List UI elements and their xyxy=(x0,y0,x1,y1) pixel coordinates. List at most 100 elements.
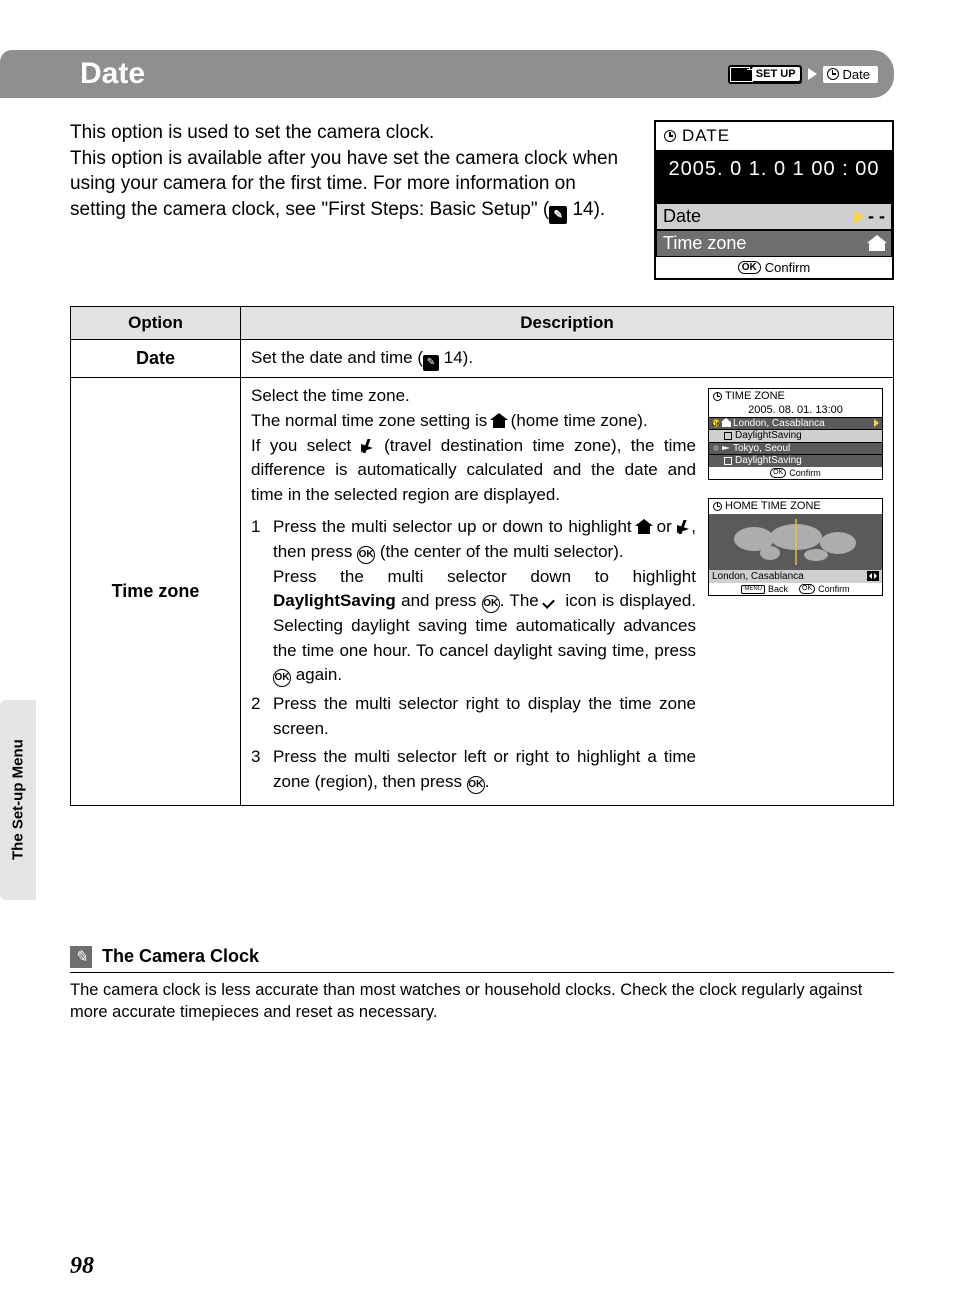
step-3: Press the multi selector left or right t… xyxy=(273,745,696,794)
back-label: Back xyxy=(768,584,788,594)
daylight-saving-bold: DaylightSaving xyxy=(273,591,396,610)
home-icon xyxy=(637,522,651,534)
tz-para1b-pre: The normal time zone setting is xyxy=(251,411,492,430)
row-date-value: - - xyxy=(868,206,885,227)
tz-ds-row: DaylightSaving xyxy=(709,429,882,442)
ok-icon: OK xyxy=(357,546,375,564)
desc-timezone: Select the time zone. The normal time zo… xyxy=(241,378,894,805)
step-1: Press the multi selector up or down to h… xyxy=(273,515,696,687)
page-ref-icon: ✎ xyxy=(423,355,439,371)
home-icon xyxy=(869,237,885,251)
setup-badge: SET UP xyxy=(728,65,802,84)
page-number: 98 xyxy=(70,1253,94,1280)
desc-date-ref: 14 xyxy=(444,348,463,367)
left-right-icon xyxy=(867,571,879,581)
note-body: The camera clock is less accurate than m… xyxy=(70,979,894,1024)
play-icon xyxy=(854,210,864,224)
page-header: Date SET UP Date xyxy=(70,50,894,98)
intro-ref: 14 xyxy=(572,199,593,220)
t: . The xyxy=(500,591,544,610)
date-screen-row-tz: Time zone xyxy=(656,230,892,257)
tz-para1a: Select the time zone. xyxy=(251,384,696,409)
ok-icon: OK xyxy=(273,669,291,687)
t: again. xyxy=(291,665,342,684)
intro-tail: ). xyxy=(594,199,606,220)
th-description: Description xyxy=(241,307,894,340)
opt-timezone: Time zone xyxy=(71,378,241,805)
ok-icon: OK xyxy=(799,584,815,594)
radio-on-icon xyxy=(712,419,720,427)
intro-text: This option is used to set the camera cl… xyxy=(70,120,634,280)
row-date-label: Date xyxy=(663,206,701,227)
step-num: 1 xyxy=(251,515,265,687)
row-tz-label: Time zone xyxy=(663,233,746,254)
note-camera-clock: ✎ The Camera Clock The camera clock is l… xyxy=(70,946,894,1024)
table-row: Date Set the date and time (✎ 14). xyxy=(71,340,894,378)
clock-icon xyxy=(827,68,839,80)
opt-date: Date xyxy=(71,340,241,378)
note-title: The Camera Clock xyxy=(102,946,259,967)
tz-screen-date: 2005. 08. 01. 13:00 xyxy=(709,404,882,417)
step-2: Press the multi selector right to displa… xyxy=(273,692,696,741)
tz-screen-title: TIME ZONE xyxy=(725,390,785,403)
t: or xyxy=(651,517,677,536)
confirm-label: Confirm xyxy=(765,260,811,275)
date-screen-row-date: Date - - xyxy=(656,203,892,230)
desc-date: Set the date and time (✎ 14). xyxy=(241,340,894,378)
desc-date-post: ). xyxy=(463,348,473,367)
date-screen-datetime: 2005. 0 1. 0 1 00 : 00 xyxy=(656,158,892,181)
home-tz-loc-row: London, Casablanca xyxy=(709,570,882,584)
date-screen-footer: OK Confirm xyxy=(656,257,892,278)
intro-line1: This option is used to set the camera cl… xyxy=(70,122,434,143)
camera-back-icon xyxy=(730,67,750,82)
plane-icon xyxy=(722,444,731,452)
t: Press the multi selector down to highlig… xyxy=(273,567,696,586)
step-num: 2 xyxy=(251,692,265,741)
home-icon xyxy=(492,416,506,428)
home-timezone-screen: HOME TIME ZONE xyxy=(708,498,883,596)
plane-icon xyxy=(677,520,691,534)
t: Press the multi selector up or down to h… xyxy=(273,517,637,536)
tz-para1b-post: (home time zone). xyxy=(506,411,648,430)
ok-icon: OK xyxy=(467,776,485,794)
t: DaylightSaving xyxy=(735,455,802,467)
t: London, Casablanca xyxy=(712,571,804,583)
date-screen-title-row: DATE xyxy=(656,122,892,150)
note-icon: ✎ xyxy=(70,946,92,968)
radio-off-icon xyxy=(712,444,720,452)
ok-icon: OK xyxy=(482,595,500,613)
confirm-label: Confirm xyxy=(818,584,850,594)
check-icon xyxy=(544,594,560,606)
clock-icon xyxy=(713,392,722,401)
page-title: Date xyxy=(80,57,145,91)
breadcrumb-label: Date xyxy=(843,67,870,82)
t: Tokyo, Seoul xyxy=(733,443,790,455)
setup-badge-label: SET UP xyxy=(752,67,800,81)
world-map-icon xyxy=(709,514,882,570)
breadcrumb-item: Date xyxy=(823,66,878,83)
t: London, Casablanca xyxy=(733,418,825,430)
chevron-right-icon xyxy=(808,68,817,80)
timezone-screen: TIME ZONE 2005. 08. 01. 13:00 London, Ca… xyxy=(708,388,883,480)
home-icon xyxy=(722,419,731,427)
menu-icon: MENU xyxy=(741,585,765,594)
desc-date-pre: Set the date and time ( xyxy=(251,348,423,367)
options-table: Option Description Date Set the date and… xyxy=(70,306,894,806)
home-tz-title: HOME TIME ZONE xyxy=(725,500,821,513)
date-screen-title: DATE xyxy=(682,126,730,146)
t: DaylightSaving xyxy=(735,430,802,442)
clock-icon xyxy=(713,502,722,511)
tz-steps: 1 Press the multi selector up or down to… xyxy=(251,515,696,794)
date-screen: DATE 2005. 0 1. 0 1 00 : 00 Date - - Tim… xyxy=(654,120,894,280)
checkbox-icon xyxy=(724,457,732,465)
breadcrumb: SET UP Date xyxy=(728,65,878,84)
tz-dest-row: Tokyo, Seoul xyxy=(709,442,882,455)
th-option: Option xyxy=(71,307,241,340)
page-ref-icon: ✎ xyxy=(549,206,567,224)
t: (the center of the multi selector). xyxy=(375,542,624,561)
step-num: 3 xyxy=(251,745,265,794)
play-icon xyxy=(874,419,879,427)
ok-icon: OK xyxy=(738,261,761,274)
tz-home-row: London, Casablanca xyxy=(709,417,882,430)
date-screen-body: 2005. 0 1. 0 1 00 : 00 xyxy=(656,150,892,203)
